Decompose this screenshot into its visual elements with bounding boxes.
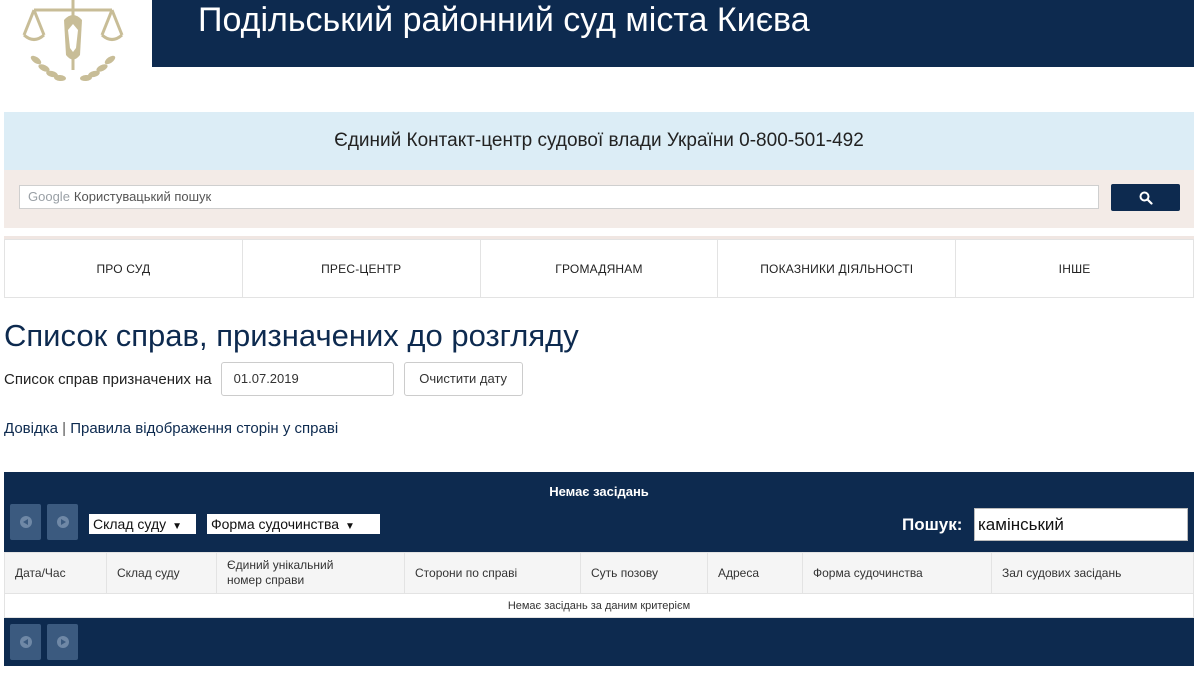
court-emblem-logo [22, 0, 124, 82]
link-separator: | [62, 420, 67, 437]
empty-table-message: Немає засідань за даним критерієм [4, 593, 1194, 618]
column-case-number[interactable]: Єдиний унікальний номер справи [216, 552, 405, 594]
arrow-left-icon [19, 636, 32, 648]
nav-item-citizens[interactable]: ГРОМАДЯНАМ [480, 239, 719, 298]
column-courtroom[interactable]: Зал судових засідань [991, 552, 1194, 594]
cases-table-panel: Немає засідань Склад суду ▼ Форма судочин… [4, 472, 1194, 666]
page-title: Список справ, призначених до розгляду [4, 318, 579, 353]
next-page-button-bottom[interactable] [47, 624, 78, 660]
search-placeholder: Користувацький пошук [73, 189, 212, 204]
arrow-right-icon [56, 636, 69, 648]
main-navigation: ПРО СУД ПРЕС-ЦЕНТР ГРОМАДЯНАМ ПОКАЗНИКИ … [4, 236, 1194, 298]
date-input[interactable]: 01.07.2019 [220, 362, 394, 396]
arrow-right-icon [56, 516, 69, 528]
column-address[interactable]: Адреса [707, 552, 803, 594]
court-composition-value: Склад суду [93, 516, 167, 532]
column-datetime[interactable]: Дата/Час [4, 552, 107, 594]
help-link[interactable]: Довідка [4, 420, 58, 437]
table-search-input[interactable]: камінський [974, 508, 1188, 541]
column-court-composition[interactable]: Склад суду [106, 552, 217, 594]
header-title-bar: Подільський районний суд міста Києва [152, 0, 1194, 67]
table-row: Немає засідань за даним критерієм [4, 593, 1194, 618]
next-page-button[interactable] [47, 504, 78, 540]
court-composition-select[interactable]: Склад суду ▼ [89, 514, 196, 534]
prev-page-button[interactable] [10, 504, 41, 540]
site-search-button[interactable] [1111, 184, 1180, 211]
procedure-form-select[interactable]: Форма судочинства ▼ [207, 514, 380, 534]
site-search-input[interactable]: Google Користувацький пошук [19, 185, 1099, 209]
contact-center-banner: Єдиний Контакт-центр судової влади Украї… [4, 112, 1194, 170]
google-label: Google [28, 189, 70, 204]
nav-item-statistics[interactable]: ПОКАЗНИКИ ДІЯЛЬНОСТІ [718, 239, 957, 298]
court-name-title: Подільський районний суд міста Києва [198, 1, 810, 39]
prev-page-button-bottom[interactable] [10, 624, 41, 660]
nav-item-other[interactable]: ІНШЕ [956, 239, 1194, 298]
date-label: Список справ призначених на [4, 370, 212, 388]
no-sessions-title: Немає засідань [549, 484, 649, 499]
chevron-down-icon: ▼ [345, 521, 355, 532]
nav-item-about[interactable]: ПРО СУД [4, 239, 243, 298]
cases-table: Дата/Час Склад суду Єдиний унікальний но… [4, 552, 1194, 618]
nav-item-press[interactable]: ПРЕС-ЦЕНТР [242, 239, 481, 298]
procedure-form-value: Форма судочинства [211, 516, 340, 532]
site-search-bar: Google Користувацький пошук [4, 170, 1194, 228]
column-claim-essence[interactable]: Суть позову [580, 552, 708, 594]
display-rules-link[interactable]: Правила відображення сторін у справі [70, 420, 338, 437]
column-procedure-form[interactable]: Форма судочинства [802, 552, 992, 594]
clear-date-button[interactable]: Очистити дату [403, 362, 523, 396]
table-search-label: Пошук: [902, 515, 963, 534]
arrow-left-icon [19, 516, 32, 528]
table-header-row: Дата/Час Склад суду Єдиний унікальний но… [4, 552, 1194, 594]
date-filter-row: Список справ призначених на 01.07.2019 О… [4, 362, 523, 396]
column-parties[interactable]: Сторони по справі [404, 552, 581, 594]
chevron-down-icon: ▼ [172, 521, 183, 532]
search-icon [1139, 191, 1153, 205]
help-links: Довідка | Правила відображення сторін у … [4, 420, 338, 438]
